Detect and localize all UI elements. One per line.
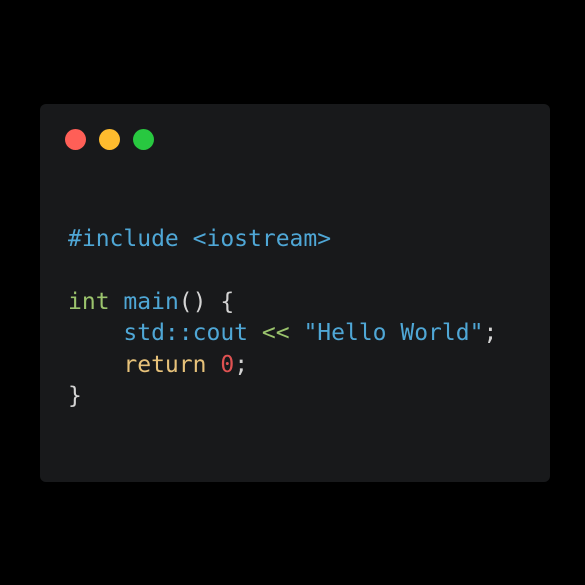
number-literal: 0 [220,351,235,378]
semicolon: ; [234,351,249,378]
close-button-dot[interactable] [65,129,86,150]
code-window: #include <iostream>int main() { std::cou… [40,104,550,482]
return-type: int [68,288,110,315]
code-line-6: } [68,381,497,413]
cout-object: std::cout [123,320,249,346]
include-directive: #include <iostream> [68,225,332,252]
code-line-1: #include <iostream> [68,224,497,256]
function-signature-rest: () { [178,288,235,315]
return-keyword: return [123,351,207,378]
minimize-button-dot[interactable] [99,129,120,150]
closing-brace: } [68,383,82,409]
stream-operator: << [261,320,290,346]
function-name: main [123,288,179,315]
code-line-2-blank [68,255,497,287]
code-block: #include <iostream>int main() { std::cou… [68,192,497,413]
semicolon: ; [483,320,498,346]
code-line-3: int main() { [68,287,497,319]
code-line-4: std::cout << "Hello World"; [68,318,497,350]
code-line-5: return 0; [68,350,497,382]
string-literal: "Hello World" [303,320,484,346]
zoom-button-dot[interactable] [133,129,154,150]
